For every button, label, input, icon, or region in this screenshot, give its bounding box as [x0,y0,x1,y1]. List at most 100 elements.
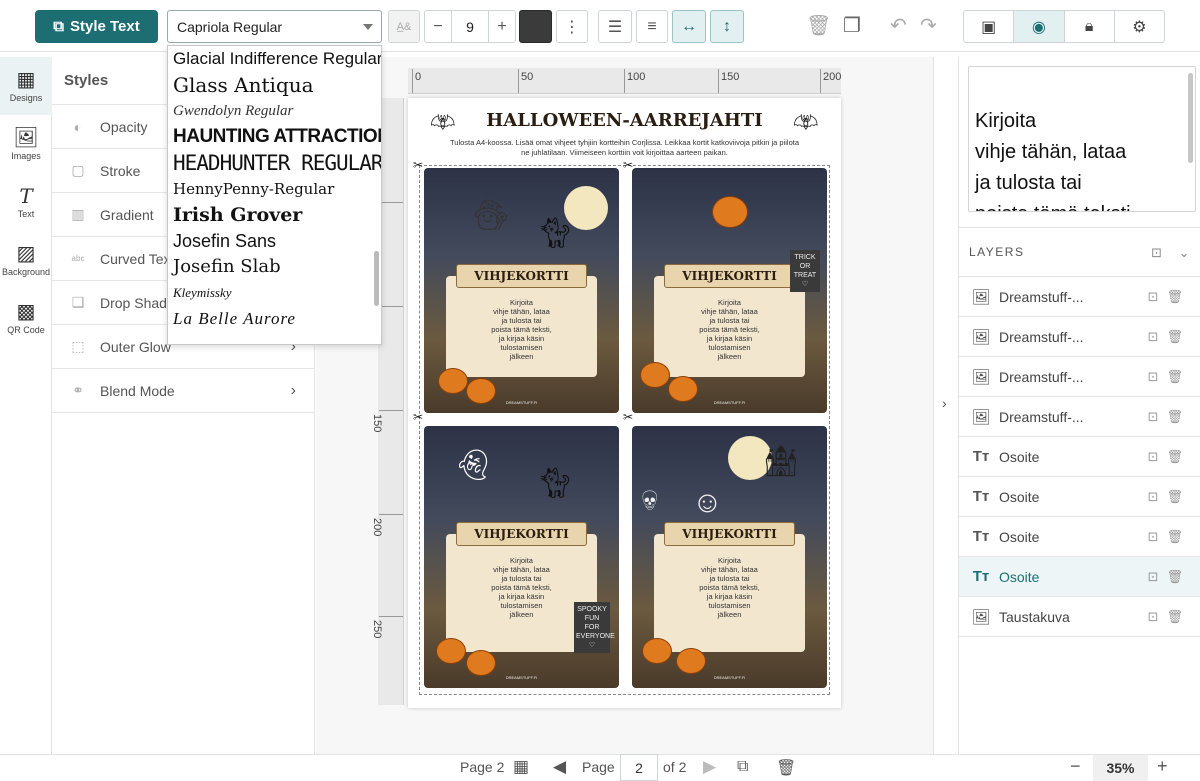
zoom-out-button[interactable]: − [1070,756,1081,777]
zoom-in-button[interactable]: + [1157,756,1168,777]
layer-lock-all-icon[interactable]: ⊡ [1151,245,1163,260]
chevron-down-icon[interactable]: ⌄ [1179,245,1191,260]
font-option[interactable]: La Belle Aurore [168,306,381,332]
rail-item-designs[interactable]: ▦ Designs [0,57,52,115]
zoom-level[interactable]: 35% [1093,755,1148,781]
hint-card[interactable]: VIHJEKORTTI Kirjoita vihje tähän, lataa … [632,168,827,413]
trash-icon[interactable]: 🗑︎ [1166,569,1191,584]
font-option[interactable]: Josefin Sans [168,228,381,254]
layer-lock-icon[interactable]: ⊡ [1148,449,1167,464]
settings-button[interactable]: ⚙ [1115,11,1164,42]
preview-button[interactable]: ◉ [1014,11,1065,42]
card-hint-text[interactable]: Kirjoita vihje tähän, lataa ja tulosta t… [662,298,797,361]
font-option[interactable]: Josefin Slab [168,254,381,280]
document-page[interactable]: 🦇︎ 🦇︎ HALLOWEEN-AARREJAHTI Tulosta A4-ko… [408,98,841,708]
trash-icon[interactable]: 🗑︎ [1166,369,1191,384]
trick-or-treat-sign: TRICK OR TREAT ♡ [790,250,820,292]
layer-row[interactable]: Tт Osoite ⊡🗑︎ [959,517,1200,557]
hint-card[interactable]: 🏰︎ 💀︎ ☺ VIHJEKORTTI Kirjoita vihje tähän… [632,426,827,688]
trash-icon[interactable]: 🗑︎ [1166,329,1191,344]
right-panel-toggle[interactable]: › [933,57,958,754]
layer-row[interactable]: 🖼︎ Taustakuva ⊡🗑︎ [959,597,1200,637]
document-subtitle[interactable]: Tulosta A4-koossa. Lisää omat vihjeet ty… [448,138,801,158]
rail-item-background[interactable]: ▨ Background [0,231,52,289]
hint-card[interactable]: 👻︎ 🐈︎ VIHJEKORTTI Kirjoita vihje tähän, … [424,426,619,688]
add-page-icon[interactable]: ⧉ [737,758,748,776]
delete-page-icon[interactable]: 🗑︎ [776,758,796,778]
card-hint-text[interactable]: Kirjoita vihje tähän, lataa ja tulosta t… [454,556,589,619]
font-dropdown-list[interactable]: Glacial Indifference Regular Glass Antiq… [167,45,382,345]
more-options-button[interactable]: ⋮ [556,10,588,43]
layer-row[interactable]: 🖼︎ Dreamstuff-... ⊡🗑︎ [959,317,1200,357]
layer-lock-icon[interactable]: ⊡ [1148,609,1167,624]
trash-icon[interactable]: 🗑︎ [1166,609,1191,624]
font-option[interactable]: Gwendolyn Regular [168,98,381,124]
undo-icon[interactable]: ↶ [890,13,907,38]
trash-icon[interactable]: 🗑 [806,13,831,38]
layer-lock-icon[interactable]: ⊡ [1148,489,1167,504]
lock-button[interactable]: 🔒︎ [1065,11,1115,42]
outer-glow-icon: ⬚ [71,338,85,354]
card-hint-text[interactable]: Kirjoita vihje tähän, lataa ja tulosta t… [454,298,589,361]
style-blend-mode[interactable]: ⚭ Blend Mode › [52,369,314,413]
layer-lock-icon[interactable]: ⊡ [1148,569,1167,584]
hint-card[interactable]: 🧙︎ 🐈︎ VIHJEKORTTI Kirjoita vihje tähän, … [424,168,619,413]
trash-icon[interactable]: 🗑︎ [1166,489,1191,504]
font-option[interactable]: HennyPenny-Regular [168,176,381,202]
font-size-decrease-button[interactable]: − [424,10,452,43]
pumpkin-head [712,196,748,228]
text-content-editor[interactable]: Kirjoita vihje tähän, lataa ja tulosta t… [968,66,1196,212]
layer-row[interactable]: 🖼︎ Dreamstuff-... ⊡🗑︎ [959,357,1200,397]
style-text-button[interactable]: ⧉ Style Text [35,10,158,43]
layer-name: Dreamstuff-... [999,328,1084,345]
editor-scrollbar[interactable] [1188,73,1193,163]
text-color-swatch[interactable] [519,10,552,43]
font-option[interactable]: Glass Antiqua [168,72,381,98]
layer-lock-icon[interactable]: ⊡ [1148,409,1167,424]
text-case-button[interactable]: A̲& [388,10,420,43]
rail-item-label: Background [1,266,51,277]
font-family-select[interactable]: Capriola Regular [167,10,382,43]
black-cat-illustration: 🐈︎ [536,467,575,500]
line-height-button[interactable]: ↕ [710,10,744,43]
page-number-input[interactable]: 2 [620,754,658,781]
page-grid-icon[interactable]: ▦ [513,757,529,777]
list-button[interactable]: ☰ [598,10,632,43]
font-option[interactable]: Kleymissky [168,280,381,306]
text-layer-icon: Tт [972,488,990,505]
font-size-increase-button[interactable]: + [488,10,516,43]
layer-lock-icon[interactable]: ⊡ [1148,369,1167,384]
font-option[interactable]: HEADHUNTER REGULAR [168,150,381,176]
align-center-button[interactable]: ≡ [636,10,668,43]
layer-row[interactable]: Tт Osoite ⊡🗑︎ [959,437,1200,477]
layer-lock-icon[interactable]: ⊡ [1148,329,1167,344]
duplicate-icon[interactable]: ❐ [843,13,861,38]
trash-icon[interactable]: 🗑︎ [1166,529,1191,544]
dropdown-scrollbar[interactable] [374,251,379,306]
layer-row-selected[interactable]: Tт Osoite ⊡🗑︎ [959,557,1200,597]
previous-page-icon[interactable]: ◀ [553,757,566,777]
font-size-input[interactable]: 9 [452,10,488,43]
design-view-button[interactable]: ▣ [964,11,1015,42]
witch-girl-illustration: 🧙︎ [472,199,511,232]
layer-lock-icon[interactable]: ⊡ [1148,529,1167,544]
font-option[interactable]: HAUNTING ATTRACTION [168,124,381,150]
card-brand: DREAMSTUFF.FI [505,675,538,680]
trash-icon[interactable]: 🗑︎ [1166,449,1191,464]
trash-icon[interactable]: 🗑︎ [1166,289,1191,304]
layer-row[interactable]: Tт Osoite ⊡🗑︎ [959,477,1200,517]
rail-item-qr-code[interactable]: ▩ QR Code [0,289,52,347]
document-title[interactable]: HALLOWEEN-AARREJAHTI [408,110,841,131]
redo-icon[interactable]: ↷ [920,13,937,38]
trash-icon[interactable]: 🗑︎ [1166,409,1191,424]
next-page-icon[interactable]: ▶ [703,757,716,777]
layer-row[interactable]: 🖼︎ Dreamstuff-... ⊡🗑︎ [959,397,1200,437]
font-option[interactable]: Glacial Indifference Regular [168,46,381,72]
rail-item-text[interactable]: T Text [0,173,52,231]
rail-item-images[interactable]: 🖼︎ Images [0,115,52,173]
layer-lock-icon[interactable]: ⊡ [1148,289,1167,304]
font-option[interactable]: Irish Grover [168,202,381,228]
letter-spacing-button[interactable]: ↔ [672,10,706,43]
card-hint-text[interactable]: Kirjoita vihje tähän, lataa ja tulosta t… [662,556,797,619]
layer-row[interactable]: 🖼︎ Dreamstuff-... ⊡🗑︎ [959,277,1200,317]
